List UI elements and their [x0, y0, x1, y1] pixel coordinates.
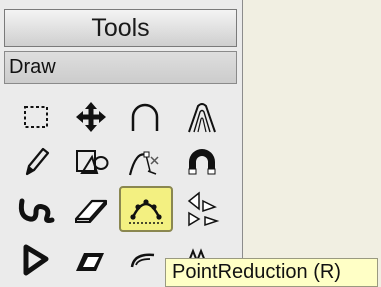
panel-divider [0, 0, 243, 287]
canvas-workspace[interactable] [243, 0, 381, 287]
tool-tooltip: PointReduction (R) [165, 258, 378, 287]
tools-panel: Tools Draw [0, 0, 243, 287]
